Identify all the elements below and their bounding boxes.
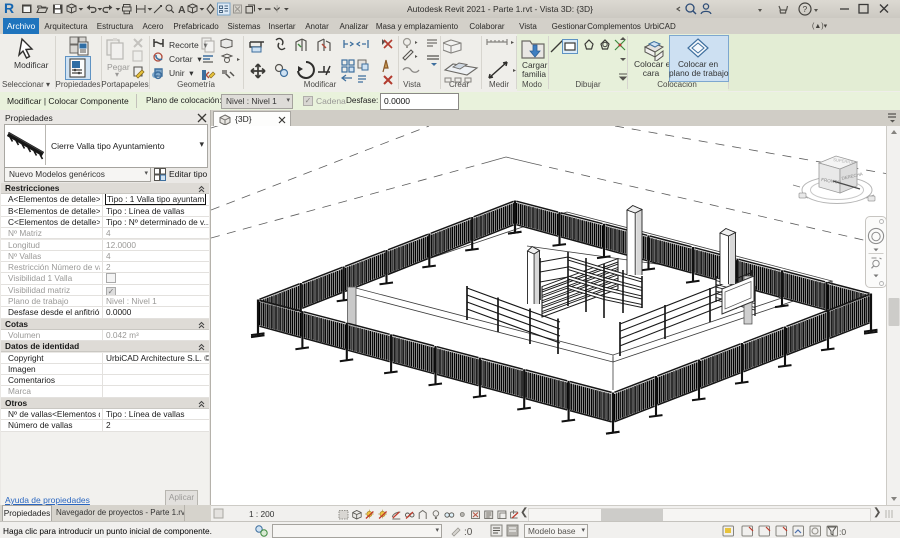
svg-text::0: :0 xyxy=(839,527,846,537)
svg-text::0: :0 xyxy=(464,527,473,538)
svg-text:?: ? xyxy=(803,4,808,14)
